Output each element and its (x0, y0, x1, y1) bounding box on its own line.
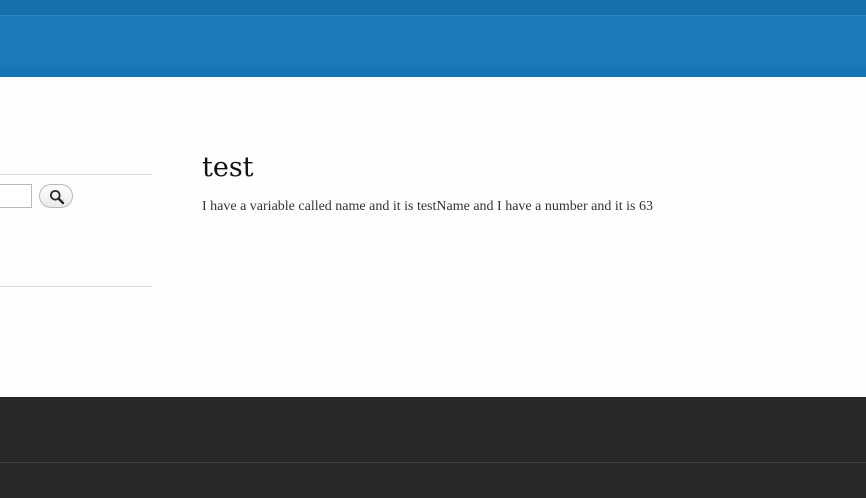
page-title: test (202, 152, 254, 183)
magnifier-icon (50, 190, 65, 205)
page-body-text: I have a variable called name and it is … (202, 199, 653, 214)
site-logo-fragment[interactable]: “ ” (26, 0, 66, 4)
footer-divider (0, 462, 866, 463)
search-button[interactable] (39, 184, 73, 208)
site-footer (0, 397, 866, 498)
sidebar-divider-top (0, 174, 152, 175)
main-area: test I have a variable called name and i… (0, 77, 866, 397)
header-top-bar (0, 0, 866, 16)
content-area: test I have a variable called name and i… (202, 152, 822, 216)
site-header: “ ” (0, 0, 866, 77)
sidebar-divider-bottom (0, 286, 152, 287)
header-nav-strip (0, 66, 866, 77)
search-input[interactable] (0, 184, 32, 208)
